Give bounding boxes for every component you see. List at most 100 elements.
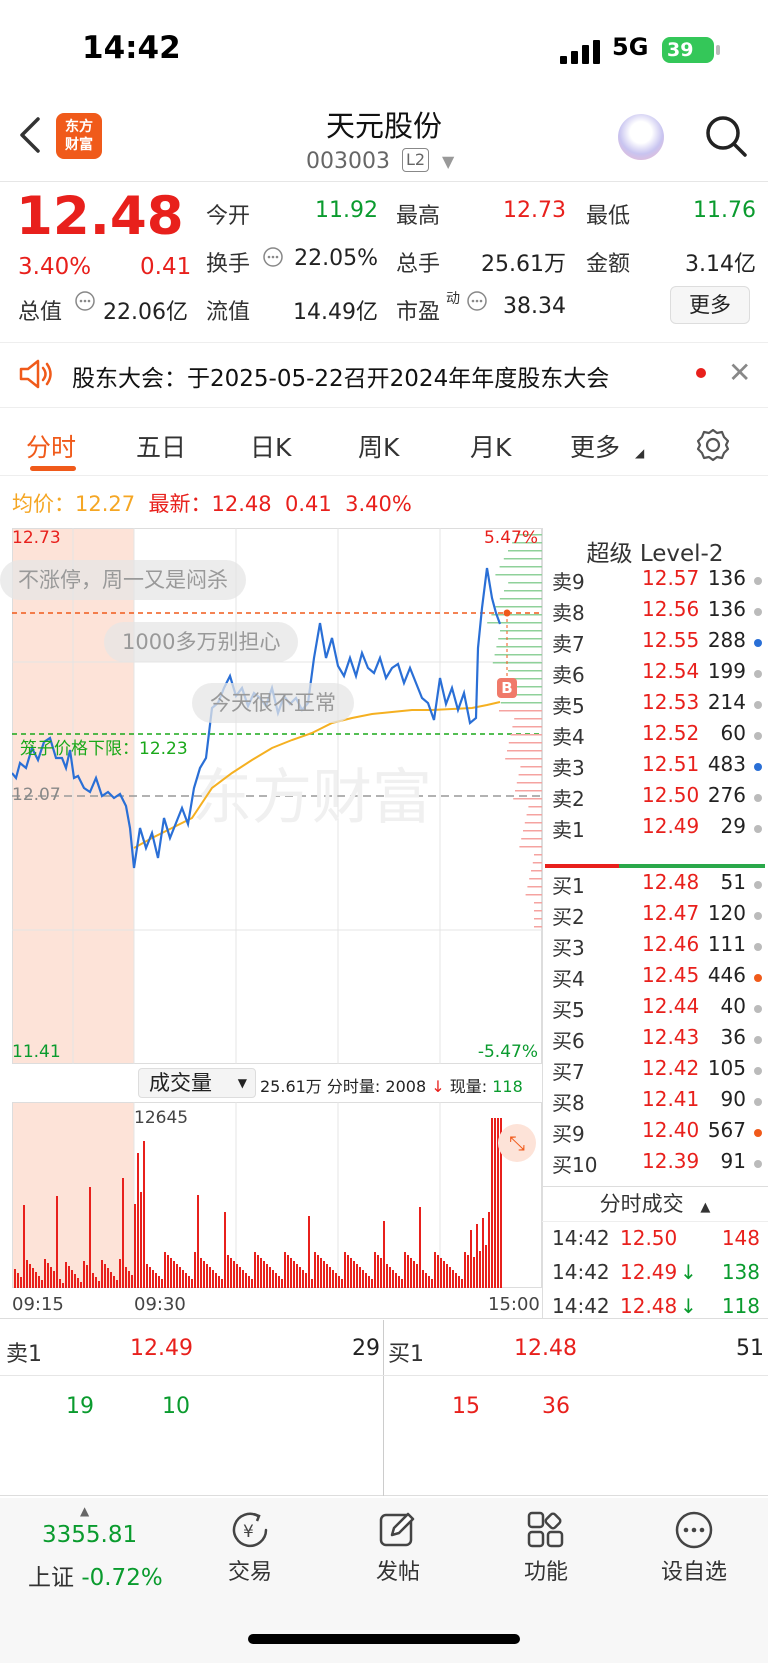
assistant-avatar-icon[interactable]	[618, 114, 664, 160]
index-value[interactable]: 3355.81	[42, 1522, 137, 1548]
ask-row[interactable]: 卖3 12.51 483	[550, 752, 764, 783]
depth-bar	[508, 582, 542, 584]
volume-bar	[278, 1276, 280, 1288]
tick-price: 12.48	[620, 1294, 678, 1318]
buy-marker[interactable]: B	[497, 678, 517, 698]
ask-price: 12.52	[642, 721, 700, 745]
volume-chart[interactable]: 12645 ⤡	[12, 1102, 542, 1288]
danmu-comment[interactable]: 1000多万别担心	[104, 622, 299, 662]
bid-row[interactable]: 买8 12.41 90	[550, 1087, 764, 1118]
ask-volume: 288	[707, 628, 746, 652]
index-row[interactable]: 上证 -0.72%	[28, 1558, 163, 1592]
depth-bar	[508, 742, 542, 744]
bq-sell-queue-2: 10	[162, 1394, 190, 1419]
volume-bar	[17, 1273, 19, 1288]
bid-row[interactable]: 买10 12.39 91	[550, 1149, 764, 1180]
volume-bar	[299, 1267, 301, 1288]
danmu-comment[interactable]: 今天很不正常	[192, 683, 354, 723]
compose-icon[interactable]	[378, 1510, 418, 1550]
volume-bar	[464, 1252, 466, 1288]
tick-row[interactable]: 14:42 12.50 148	[550, 1226, 764, 1260]
intraday-chart[interactable]: 东方财富 不涨停，周一又是闷杀 1000多万别担心 今天很不正常 12.73 5…	[0, 528, 542, 1064]
depth-bar	[487, 622, 542, 624]
level2-title[interactable]: 超级 Level-2	[542, 534, 768, 568]
nav-post[interactable]: 发帖	[348, 1554, 448, 1586]
info-dots-icon[interactable]	[466, 290, 488, 312]
pe-superscript: 动	[446, 291, 460, 307]
order-dot-icon	[754, 974, 762, 982]
ask-row[interactable]: 卖7 12.55 288	[550, 628, 764, 659]
search-icon[interactable]	[704, 114, 748, 158]
bq-sell-vol: 29	[352, 1336, 380, 1361]
bid-row[interactable]: 买9 12.40 567	[550, 1118, 764, 1149]
ask-row[interactable]: 卖8 12.56 136	[550, 597, 764, 628]
apps-icon[interactable]	[526, 1510, 566, 1550]
notice-text[interactable]: 股东大会：于2025-05-22召开2024年年度股东大会	[72, 359, 609, 393]
chart-bottom-price: 11.41	[12, 1042, 61, 1062]
caret-down-icon[interactable]: ▼	[442, 152, 454, 171]
trade-icon[interactable]: ¥	[230, 1510, 272, 1550]
ask-row[interactable]: 卖2 12.50 276	[550, 783, 764, 814]
bid-divider	[619, 864, 765, 868]
tick-volume: 138	[721, 1260, 760, 1284]
caret-up-icon[interactable]: ▲	[80, 1504, 89, 1518]
bid-row[interactable]: 买7 12.42 105	[550, 1056, 764, 1087]
indicator-select[interactable]: 成交量 ▼	[138, 1068, 256, 1098]
tab-weekly-k[interactable]: 周K	[358, 428, 399, 464]
tab-intraday[interactable]: 分时	[26, 428, 76, 464]
volume-bar	[365, 1273, 367, 1288]
tick-row[interactable]: 14:42 12.49 ↓ 138	[550, 1260, 764, 1294]
bid-row[interactable]: 买3 12.46 111	[550, 932, 764, 963]
ask-row[interactable]: 卖9 12.57 136	[550, 566, 764, 597]
info-dots-icon[interactable]	[262, 246, 284, 268]
tab-daily-k[interactable]: 日K	[250, 428, 291, 464]
order-dot-icon	[754, 1036, 762, 1044]
stock-code[interactable]: 003003	[306, 149, 390, 174]
bid-row[interactable]: 买1 12.48 51	[550, 870, 764, 901]
more-dots-icon[interactable]	[674, 1510, 714, 1550]
nav-function[interactable]: 功能	[496, 1554, 596, 1586]
expand-icon[interactable]: ⤡	[498, 1124, 536, 1162]
gear-icon[interactable]	[696, 428, 730, 462]
info-dots-icon[interactable]	[74, 290, 96, 312]
nav-trade[interactable]: 交易	[200, 1554, 300, 1586]
volume-bar	[35, 1272, 37, 1288]
ask-row[interactable]: 卖6 12.54 199	[550, 659, 764, 690]
bid-row[interactable]: 买2 12.47 120	[550, 901, 764, 932]
volume-bar	[482, 1218, 484, 1288]
bid-price: 12.45	[642, 963, 700, 987]
tab-more[interactable]: 更多	[570, 428, 620, 464]
volume-bar	[344, 1252, 346, 1288]
volume-bar	[125, 1267, 127, 1288]
volume-bar	[158, 1276, 160, 1288]
volume-bar	[119, 1259, 121, 1288]
ask-row[interactable]: 卖4 12.52 60	[550, 721, 764, 752]
tick-title[interactable]: 分时成交 ▲	[542, 1186, 768, 1222]
depth-bar	[500, 630, 542, 632]
volume-bar	[155, 1273, 157, 1288]
ask-row[interactable]: 卖5 12.53 214	[550, 690, 764, 721]
latest-point	[503, 609, 511, 617]
volume-bar	[281, 1279, 283, 1288]
tab-monthly-k[interactable]: 月K	[470, 428, 511, 464]
time-axis-close: 15:00	[488, 1294, 540, 1315]
tab-five-day[interactable]: 五日	[136, 428, 186, 464]
volume-bar	[341, 1279, 343, 1288]
danmu-comment[interactable]: 不涨停，周一又是闷杀	[0, 560, 246, 600]
ask-row[interactable]: 卖1 12.49 29	[550, 814, 764, 845]
cage-limit-label: 笼子价格下限：12.23	[20, 734, 188, 759]
bid-row[interactable]: 买5 12.44 40	[550, 994, 764, 1025]
bid-row[interactable]: 买6 12.43 36	[550, 1025, 764, 1056]
volume-bar	[275, 1273, 277, 1288]
depth-bar	[534, 854, 542, 856]
bid-row[interactable]: 买4 12.45 446	[550, 963, 764, 994]
close-icon[interactable]: ✕	[728, 356, 751, 389]
volume-bar	[245, 1273, 247, 1288]
bid-volume: 51	[720, 870, 746, 894]
volume-bar	[362, 1270, 364, 1288]
volume-bar	[410, 1258, 412, 1288]
tick-price: 12.50	[620, 1226, 678, 1250]
more-quote-button[interactable]: 更多	[670, 286, 750, 324]
depth-bar	[531, 870, 542, 872]
nav-watchlist[interactable]: 设自选	[644, 1554, 744, 1586]
